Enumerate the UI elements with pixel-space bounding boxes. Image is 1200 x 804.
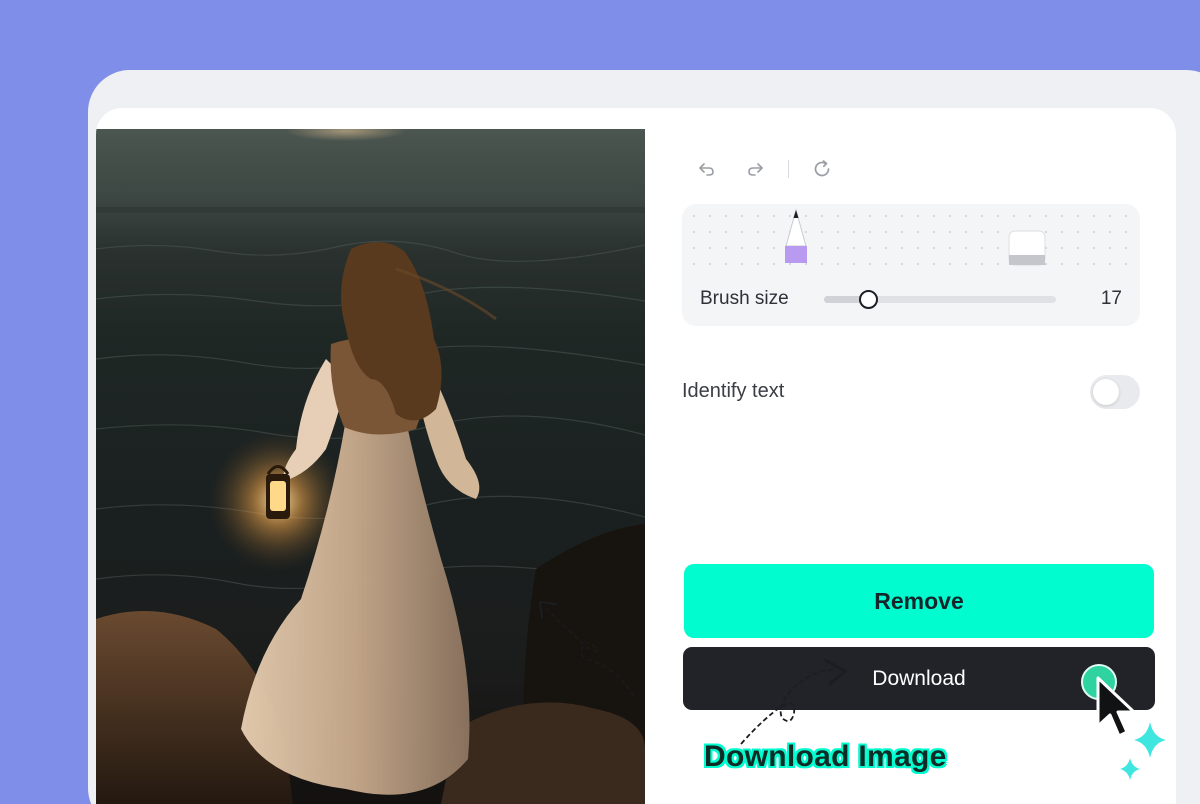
image-canvas[interactable]: [96, 129, 645, 804]
redo-icon[interactable]: [744, 158, 766, 180]
remove-button[interactable]: Remove: [684, 564, 1154, 638]
download-image-annotation: Download Image: [704, 740, 947, 773]
brush-size-label: Brush size: [700, 288, 789, 309]
pencil-icon[interactable]: [782, 208, 810, 273]
undo-icon[interactable]: [696, 158, 718, 180]
brush-size-value: 17: [1100, 288, 1122, 309]
brush-panel: Brush size 17: [682, 204, 1140, 326]
editor-card: Brush size 17 Identify text Remove Downl…: [96, 108, 1176, 804]
reset-icon[interactable]: [811, 158, 833, 180]
brush-size-slider-handle[interactable]: [859, 290, 879, 309]
toolbar-divider: [788, 160, 789, 178]
identify-text-toggle[interactable]: [1090, 375, 1140, 409]
eraser-icon[interactable]: [1008, 230, 1046, 271]
edit-toolbar: [696, 154, 833, 184]
brush-size-slider[interactable]: [824, 290, 1056, 309]
brush-size-row: Brush size 17: [682, 274, 1140, 324]
photo-illustration: [96, 129, 645, 804]
identify-text-label: Identify text: [682, 380, 785, 402]
mouse-cursor-icon: [1092, 674, 1152, 749]
toggle-knob: [1093, 379, 1119, 405]
